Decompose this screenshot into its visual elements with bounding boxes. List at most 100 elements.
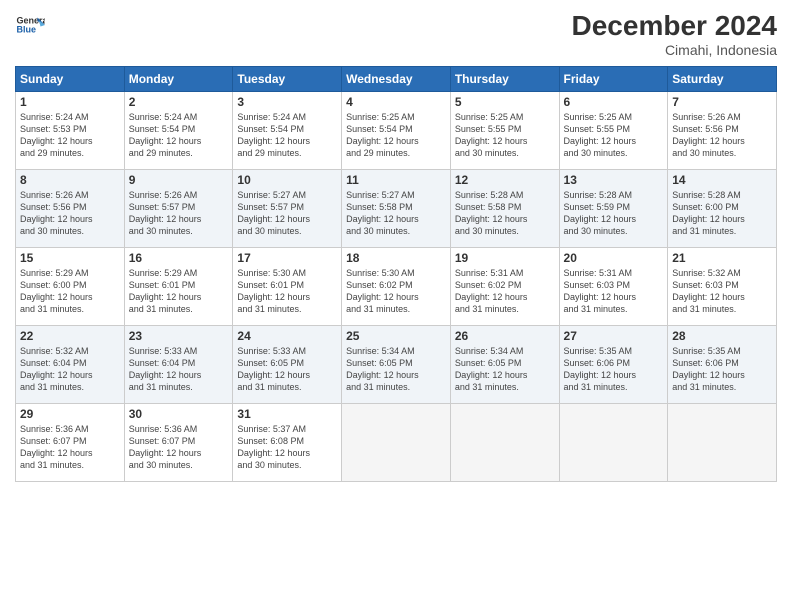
day-number: 29	[20, 407, 120, 421]
day-info: Sunrise: 5:28 AM Sunset: 5:58 PM Dayligh…	[455, 189, 555, 238]
day-info: Sunrise: 5:25 AM Sunset: 5:54 PM Dayligh…	[346, 111, 446, 160]
day-number: 2	[129, 95, 229, 109]
calendar-cell: 30 Sunrise: 5:36 AM Sunset: 6:07 PM Dayli…	[124, 404, 233, 482]
day-info: Sunrise: 5:26 AM Sunset: 5:56 PM Dayligh…	[672, 111, 772, 160]
calendar-cell: 12 Sunrise: 5:28 AM Sunset: 5:58 PM Dayli…	[450, 170, 559, 248]
day-info: Sunrise: 5:28 AM Sunset: 5:59 PM Dayligh…	[564, 189, 664, 238]
calendar-cell: 9 Sunrise: 5:26 AM Sunset: 5:57 PM Daylig…	[124, 170, 233, 248]
day-info: Sunrise: 5:26 AM Sunset: 5:56 PM Dayligh…	[20, 189, 120, 238]
day-number: 4	[346, 95, 446, 109]
day-info: Sunrise: 5:36 AM Sunset: 6:07 PM Dayligh…	[20, 423, 120, 472]
calendar-cell: 27 Sunrise: 5:35 AM Sunset: 6:06 PM Dayli…	[559, 326, 668, 404]
calendar-cell: 16Sunrise: 5:29 AM Sunset: 6:01 PM Dayli…	[124, 248, 233, 326]
day-number: 6	[564, 95, 664, 109]
day-number: 13	[564, 173, 664, 187]
calendar-cell: 3 Sunrise: 5:24 AM Sunset: 5:54 PM Daylig…	[233, 92, 342, 170]
calendar-header-friday: Friday	[559, 67, 668, 92]
calendar-header-wednesday: Wednesday	[342, 67, 451, 92]
day-info: Sunrise: 5:32 AM Sunset: 6:03 PM Dayligh…	[672, 267, 772, 316]
day-info: Sunrise: 5:36 AM Sunset: 6:07 PM Dayligh…	[129, 423, 229, 472]
day-info: Sunrise: 5:34 AM Sunset: 6:05 PM Dayligh…	[346, 345, 446, 394]
calendar-header-monday: Monday	[124, 67, 233, 92]
calendar-cell: 10 Sunrise: 5:27 AM Sunset: 5:57 PM Dayli…	[233, 170, 342, 248]
calendar-cell: 1 Sunrise: 5:24 AM Sunset: 5:53 PM Daylig…	[16, 92, 125, 170]
day-info: Sunrise: 5:29 AM Sunset: 6:01 PM Dayligh…	[129, 267, 229, 316]
subtitle: Cimahi, Indonesia	[572, 42, 777, 58]
day-info: Sunrise: 5:24 AM Sunset: 5:53 PM Dayligh…	[20, 111, 120, 160]
calendar-cell: 22 Sunrise: 5:32 AM Sunset: 6:04 PM Dayli…	[16, 326, 125, 404]
calendar-cell: 2 Sunrise: 5:24 AM Sunset: 5:54 PM Daylig…	[124, 92, 233, 170]
day-info: Sunrise: 5:29 AM Sunset: 6:00 PM Dayligh…	[20, 267, 120, 316]
main-title: December 2024	[572, 10, 777, 42]
day-info: Sunrise: 5:31 AM Sunset: 6:03 PM Dayligh…	[564, 267, 664, 316]
day-info: Sunrise: 5:35 AM Sunset: 6:06 PM Dayligh…	[672, 345, 772, 394]
calendar-cell: 7Sunrise: 5:26 AM Sunset: 5:56 PM Daylig…	[668, 92, 777, 170]
day-number: 24	[237, 329, 337, 343]
day-number: 30	[129, 407, 229, 421]
calendar-body: 1 Sunrise: 5:24 AM Sunset: 5:53 PM Daylig…	[16, 92, 777, 482]
calendar-header-row: SundayMondayTuesdayWednesdayThursdayFrid…	[16, 67, 777, 92]
day-info: Sunrise: 5:35 AM Sunset: 6:06 PM Dayligh…	[564, 345, 664, 394]
calendar-cell	[559, 404, 668, 482]
day-info: Sunrise: 5:25 AM Sunset: 5:55 PM Dayligh…	[564, 111, 664, 160]
day-info: Sunrise: 5:30 AM Sunset: 6:02 PM Dayligh…	[346, 267, 446, 316]
calendar-week-row: 1 Sunrise: 5:24 AM Sunset: 5:53 PM Daylig…	[16, 92, 777, 170]
calendar-cell: 4 Sunrise: 5:25 AM Sunset: 5:54 PM Daylig…	[342, 92, 451, 170]
day-info: Sunrise: 5:37 AM Sunset: 6:08 PM Dayligh…	[237, 423, 337, 472]
calendar-cell: 28Sunrise: 5:35 AM Sunset: 6:06 PM Dayli…	[668, 326, 777, 404]
logo-icon: General Blue	[15, 10, 45, 40]
calendar-cell: 15 Sunrise: 5:29 AM Sunset: 6:00 PM Dayli…	[16, 248, 125, 326]
calendar-cell: 6 Sunrise: 5:25 AM Sunset: 5:55 PM Daylig…	[559, 92, 668, 170]
day-number: 19	[455, 251, 555, 265]
calendar-header-sunday: Sunday	[16, 67, 125, 92]
calendar-cell	[668, 404, 777, 482]
calendar-cell: 21 Sunrise: 5:32 AM Sunset: 6:03 PM Dayli…	[668, 248, 777, 326]
calendar-cell: 25Sunrise: 5:34 AM Sunset: 6:05 PM Dayli…	[342, 326, 451, 404]
calendar-cell: 8Sunrise: 5:26 AM Sunset: 5:56 PM Daylig…	[16, 170, 125, 248]
calendar-cell: 31 Sunrise: 5:37 AM Sunset: 6:08 PM Dayli…	[233, 404, 342, 482]
day-number: 9	[129, 173, 229, 187]
day-info: Sunrise: 5:28 AM Sunset: 6:00 PM Dayligh…	[672, 189, 772, 238]
calendar-cell: 11Sunrise: 5:27 AM Sunset: 5:58 PM Dayli…	[342, 170, 451, 248]
day-number: 14	[672, 173, 772, 187]
day-number: 5	[455, 95, 555, 109]
day-number: 21	[672, 251, 772, 265]
day-number: 31	[237, 407, 337, 421]
calendar-cell: 5Sunrise: 5:25 AM Sunset: 5:55 PM Daylig…	[450, 92, 559, 170]
day-info: Sunrise: 5:24 AM Sunset: 5:54 PM Dayligh…	[129, 111, 229, 160]
day-number: 12	[455, 173, 555, 187]
main-container: General Blue December 2024 Cimahi, Indon…	[0, 0, 792, 492]
day-number: 11	[346, 173, 446, 187]
calendar-header-tuesday: Tuesday	[233, 67, 342, 92]
calendar-cell: 26 Sunrise: 5:34 AM Sunset: 6:05 PM Dayli…	[450, 326, 559, 404]
logo: General Blue	[15, 10, 45, 40]
day-info: Sunrise: 5:33 AM Sunset: 6:05 PM Dayligh…	[237, 345, 337, 394]
day-number: 10	[237, 173, 337, 187]
day-info: Sunrise: 5:31 AM Sunset: 6:02 PM Dayligh…	[455, 267, 555, 316]
day-number: 15	[20, 251, 120, 265]
day-number: 1	[20, 95, 120, 109]
calendar-cell: 20Sunrise: 5:31 AM Sunset: 6:03 PM Dayli…	[559, 248, 668, 326]
day-number: 22	[20, 329, 120, 343]
calendar-cell: 24 Sunrise: 5:33 AM Sunset: 6:05 PM Dayli…	[233, 326, 342, 404]
day-number: 27	[564, 329, 664, 343]
calendar-cell	[450, 404, 559, 482]
calendar-cell	[342, 404, 451, 482]
svg-text:Blue: Blue	[17, 25, 37, 35]
calendar-cell: 17Sunrise: 5:30 AM Sunset: 6:01 PM Dayli…	[233, 248, 342, 326]
day-info: Sunrise: 5:26 AM Sunset: 5:57 PM Dayligh…	[129, 189, 229, 238]
calendar-week-row: 15 Sunrise: 5:29 AM Sunset: 6:00 PM Dayli…	[16, 248, 777, 326]
day-info: Sunrise: 5:32 AM Sunset: 6:04 PM Dayligh…	[20, 345, 120, 394]
day-info: Sunrise: 5:27 AM Sunset: 5:57 PM Dayligh…	[237, 189, 337, 238]
day-number: 18	[346, 251, 446, 265]
day-info: Sunrise: 5:24 AM Sunset: 5:54 PM Dayligh…	[237, 111, 337, 160]
day-number: 26	[455, 329, 555, 343]
calendar-cell: 18 Sunrise: 5:30 AM Sunset: 6:02 PM Dayli…	[342, 248, 451, 326]
day-number: 3	[237, 95, 337, 109]
calendar-cell: 23Sunrise: 5:33 AM Sunset: 6:04 PM Dayli…	[124, 326, 233, 404]
calendar-cell: 19 Sunrise: 5:31 AM Sunset: 6:02 PM Dayli…	[450, 248, 559, 326]
calendar-week-row: 8Sunrise: 5:26 AM Sunset: 5:56 PM Daylig…	[16, 170, 777, 248]
day-info: Sunrise: 5:34 AM Sunset: 6:05 PM Dayligh…	[455, 345, 555, 394]
calendar-week-row: 29 Sunrise: 5:36 AM Sunset: 6:07 PM Dayli…	[16, 404, 777, 482]
calendar-table: SundayMondayTuesdayWednesdayThursdayFrid…	[15, 66, 777, 482]
